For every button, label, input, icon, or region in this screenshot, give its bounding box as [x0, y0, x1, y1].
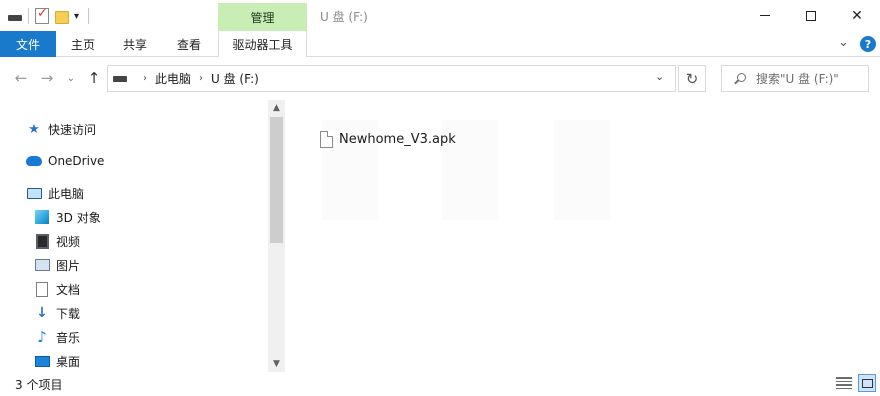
- window-title: U 盘 (F:): [320, 10, 368, 24]
- forward-arrow-icon[interactable]: →: [38, 67, 56, 89]
- search-placeholder: 搜索"U 盘 (F:)": [756, 72, 839, 86]
- nav-item-label: 快速访问: [48, 122, 97, 137]
- help-icon[interactable]: ?: [860, 36, 876, 52]
- nav-item-music[interactable]: ♪ 音乐: [34, 326, 80, 348]
- breadcrumb-usb-drive[interactable]: U 盘 (F:): [211, 70, 259, 87]
- tab-view[interactable]: 查看: [164, 31, 214, 57]
- address-bar[interactable]: › 此电脑 › U 盘 (F:) ⌄: [107, 65, 676, 92]
- nav-item-this-pc[interactable]: 此电脑: [26, 182, 84, 204]
- nav-item-videos[interactable]: 视频: [34, 230, 80, 252]
- minimize-icon: [760, 15, 770, 16]
- up-arrow-icon[interactable]: ↑: [85, 67, 103, 89]
- desktop-icon: [34, 353, 50, 369]
- nav-item-label: 3D 对象: [56, 210, 101, 225]
- properties-icon[interactable]: [35, 6, 49, 24]
- back-arrow-icon[interactable]: ←: [12, 67, 30, 89]
- maximize-icon: [806, 10, 816, 21]
- close-icon: ✕: [851, 7, 863, 24]
- minimize-button[interactable]: [742, 0, 788, 31]
- download-icon: ↓: [36, 305, 48, 321]
- title-bar: ▾ 管理 U 盘 (F:) ✕: [0, 0, 880, 31]
- star-icon: ★: [28, 121, 40, 137]
- ribbon-tabs: 文件 主页 共享 查看 驱动器工具 ⌄ ?: [0, 31, 880, 58]
- cloud-icon: [26, 153, 42, 169]
- nav-item-quick-access[interactable]: ★ 快速访问: [26, 118, 96, 140]
- breadcrumb-separator-chevron-icon[interactable]: ›: [199, 73, 203, 84]
- documents-icon: [34, 281, 50, 297]
- tab-share[interactable]: 共享: [110, 31, 160, 57]
- nav-item-label: 图片: [56, 258, 81, 273]
- search-input[interactable]: 搜索"U 盘 (F:)": [721, 65, 869, 92]
- navigation-pane: ★ 快速访问 OneDrive 此电脑 3D 对象 视频 图片 文档 ↓ 下载 …: [0, 100, 286, 372]
- file-item[interactable]: Newhome_V3.apk: [320, 128, 456, 150]
- nav-item-label: 此电脑: [48, 186, 85, 201]
- nav-item-label: 视频: [56, 234, 81, 249]
- nav-item-desktop[interactable]: 桌面: [34, 350, 80, 372]
- tab-file[interactable]: 文件: [0, 31, 56, 57]
- manage-context-tab: 管理: [218, 3, 307, 31]
- navigation-bar: ← → ⌄ ↑ › 此电脑 › U 盘 (F:) ⌄ ↻ 搜索"U 盘 (F:)…: [0, 57, 880, 99]
- file-list[interactable]: Newhome_V3.apk: [292, 100, 880, 372]
- tab-home[interactable]: 主页: [60, 31, 106, 57]
- drive-icon: [8, 15, 22, 21]
- nav-item-label: 下载: [56, 306, 81, 321]
- item-count: 3 个项目: [15, 377, 63, 392]
- nav-item-label: 音乐: [56, 330, 81, 345]
- nav-item-label: 文档: [56, 282, 81, 297]
- details-view-icon[interactable]: [836, 376, 852, 390]
- nav-item-3d-objects[interactable]: 3D 对象: [34, 206, 101, 228]
- scrollbar-thumb[interactable]: [270, 117, 283, 243]
- file-icon: [320, 130, 333, 148]
- large-icons-view-icon[interactable]: [858, 374, 876, 392]
- tab-drive-tools[interactable]: 驱动器工具: [218, 31, 307, 58]
- background-watermark: [554, 120, 610, 220]
- nav-item-pictures[interactable]: 图片: [34, 254, 80, 276]
- pictures-icon: [34, 257, 50, 273]
- expand-ribbon-chevron-down-icon[interactable]: ⌄: [838, 35, 849, 50]
- navigation-pane-scrollbar[interactable]: ▲ ▼: [268, 100, 285, 372]
- video-icon: [34, 233, 50, 249]
- nav-item-documents[interactable]: 文档: [34, 278, 80, 300]
- breadcrumb-this-pc[interactable]: 此电脑: [155, 70, 191, 87]
- breadcrumb-separator-chevron-icon[interactable]: ›: [143, 73, 147, 84]
- search-icon: [734, 72, 746, 85]
- toolbar-divider: [28, 8, 29, 24]
- status-bar: 3 个项目: [0, 372, 880, 396]
- quick-access-toolbar: ▾: [8, 6, 90, 26]
- close-button[interactable]: ✕: [834, 0, 880, 31]
- nav-item-label: 桌面: [56, 354, 81, 369]
- music-icon: ♪: [37, 328, 47, 346]
- toolbar-divider: [88, 8, 90, 24]
- nav-item-label: OneDrive: [48, 154, 105, 168]
- 3d-objects-icon: [34, 209, 50, 225]
- refresh-button[interactable]: ↻: [678, 65, 706, 92]
- computer-icon: [26, 185, 42, 201]
- scroll-up-arrow-icon[interactable]: ▲: [268, 100, 285, 116]
- scroll-down-arrow-icon[interactable]: ▼: [268, 356, 285, 372]
- drive-icon: [113, 75, 127, 82]
- maximize-button[interactable]: [788, 0, 834, 31]
- new-folder-icon[interactable]: [55, 10, 69, 24]
- recent-locations-chevron-down-icon[interactable]: ⌄: [63, 67, 79, 89]
- nav-item-onedrive[interactable]: OneDrive: [26, 150, 104, 172]
- file-name: Newhome_V3.apk: [339, 131, 456, 147]
- refresh-icon: ↻: [685, 69, 699, 88]
- address-history-chevron-down-icon[interactable]: ⌄: [655, 70, 664, 83]
- customize-toolbar-dropdown-icon[interactable]: ▾: [74, 11, 79, 22]
- nav-item-downloads[interactable]: ↓ 下载: [34, 302, 80, 324]
